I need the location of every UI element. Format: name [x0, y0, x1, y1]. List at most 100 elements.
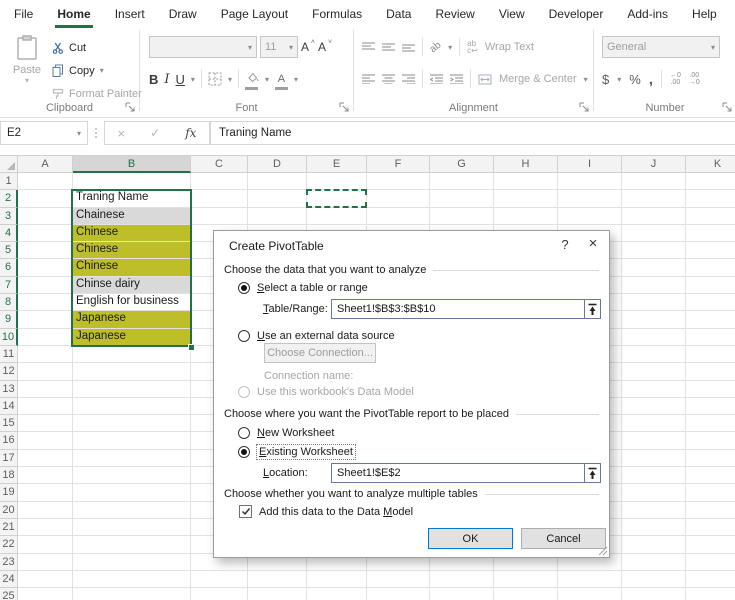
cell-C3[interactable] — [191, 208, 248, 225]
font-name-combo[interactable]: ▾ — [149, 36, 257, 58]
row-header-2[interactable]: 2 — [0, 190, 18, 207]
cell-A24[interactable] — [18, 571, 73, 588]
row-header-14[interactable]: 14 — [0, 398, 18, 415]
cell-B6[interactable]: Chinese — [73, 259, 191, 276]
row-header-17[interactable]: 17 — [0, 450, 18, 467]
radio-existing-worksheet-circle[interactable] — [238, 446, 250, 458]
row-header-7[interactable]: 7 — [0, 277, 18, 294]
cell-A14[interactable] — [18, 398, 73, 415]
cell-J15[interactable] — [622, 415, 686, 432]
cell-A11[interactable] — [18, 346, 73, 363]
cell-A4[interactable] — [18, 225, 73, 242]
cell-B16[interactable] — [73, 432, 191, 449]
cell-K4[interactable] — [686, 225, 735, 242]
row-header-21[interactable]: 21 — [0, 519, 18, 536]
name-box-dropdown-arrow[interactable]: ▾ — [77, 129, 81, 138]
row-header-22[interactable]: 22 — [0, 536, 18, 553]
align-center-icon[interactable] — [382, 74, 395, 84]
fill-color-button[interactable] — [245, 69, 259, 90]
cell-D1[interactable] — [248, 173, 307, 190]
cell-B11[interactable] — [73, 346, 191, 363]
font-size-combo[interactable]: 11▾ — [260, 36, 298, 58]
insert-function-icon[interactable]: fx — [185, 126, 196, 140]
cell-A13[interactable] — [18, 381, 73, 398]
cell-J4[interactable] — [622, 225, 686, 242]
cell-K5[interactable] — [686, 242, 735, 259]
cell-J20[interactable] — [622, 502, 686, 519]
cell-B2[interactable]: Traning Name — [73, 190, 191, 207]
cell-A16[interactable] — [18, 432, 73, 449]
cell-B25[interactable] — [73, 588, 191, 600]
cell-G2[interactable] — [430, 190, 494, 207]
row-header-19[interactable]: 19 — [0, 484, 18, 501]
italic-button[interactable]: I — [164, 72, 169, 87]
cell-A7[interactable] — [18, 277, 73, 294]
cell-J11[interactable] — [622, 346, 686, 363]
cell-A15[interactable] — [18, 415, 73, 432]
cell-B17[interactable] — [73, 450, 191, 467]
align-top-icon[interactable] — [362, 42, 375, 52]
cell-A23[interactable] — [18, 554, 73, 571]
ribbon-tab-home[interactable]: Home — [45, 0, 102, 28]
cell-B19[interactable] — [73, 484, 191, 501]
cell-B7[interactable]: Chinse dairy — [73, 277, 191, 294]
ribbon-tab-data[interactable]: Data — [374, 0, 423, 28]
ribbon-tab-developer[interactable]: Developer — [537, 0, 616, 28]
cell-J5[interactable] — [622, 242, 686, 259]
fill-handle[interactable] — [188, 344, 195, 351]
cell-A8[interactable] — [18, 294, 73, 311]
cell-J24[interactable] — [622, 571, 686, 588]
cell-A3[interactable] — [18, 208, 73, 225]
cell-C24[interactable] — [191, 571, 248, 588]
align-middle-icon[interactable] — [382, 42, 395, 52]
cell-E24[interactable] — [307, 571, 367, 588]
row-header-6[interactable]: 6 — [0, 259, 18, 276]
col-header-B[interactable]: B — [73, 156, 191, 173]
cell-J7[interactable] — [622, 277, 686, 294]
row-header-18[interactable]: 18 — [0, 467, 18, 484]
ribbon-tab-draw[interactable]: Draw — [157, 0, 209, 28]
dialog-resize-grip[interactable] — [596, 544, 608, 556]
col-header-D[interactable]: D — [248, 156, 307, 173]
cell-D25[interactable] — [248, 588, 307, 600]
cell-J12[interactable] — [622, 363, 686, 380]
cell-H25[interactable] — [494, 588, 558, 600]
copy-button[interactable]: Copy ▾ — [52, 59, 142, 82]
cut-button[interactable]: Cut — [52, 36, 142, 59]
cell-J6[interactable] — [622, 259, 686, 276]
radio-new-worksheet-circle[interactable] — [238, 427, 250, 439]
cell-I3[interactable] — [558, 208, 622, 225]
location-collapse-button[interactable] — [584, 463, 601, 483]
col-header-F[interactable]: F — [367, 156, 430, 173]
cell-G1[interactable] — [430, 173, 494, 190]
cell-I2[interactable] — [558, 190, 622, 207]
row-header-5[interactable]: 5 — [0, 242, 18, 259]
cell-D3[interactable] — [248, 208, 307, 225]
select-all-corner[interactable] — [0, 156, 18, 173]
cell-K18[interactable] — [686, 467, 735, 484]
cell-H2[interactable] — [494, 190, 558, 207]
dialog-help-button[interactable]: ? — [554, 231, 576, 259]
cell-K19[interactable] — [686, 484, 735, 501]
cell-K23[interactable] — [686, 554, 735, 571]
cell-C1[interactable] — [191, 173, 248, 190]
cell-K10[interactable] — [686, 329, 735, 346]
ribbon-tab-formulas[interactable]: Formulas — [300, 0, 374, 28]
cell-J18[interactable] — [622, 467, 686, 484]
cell-K14[interactable] — [686, 398, 735, 415]
cell-A17[interactable] — [18, 450, 73, 467]
cell-F3[interactable] — [367, 208, 430, 225]
cell-K7[interactable] — [686, 277, 735, 294]
cell-J19[interactable] — [622, 484, 686, 501]
copy-dropdown-arrow[interactable]: ▾ — [100, 66, 104, 75]
cell-I24[interactable] — [558, 571, 622, 588]
dialog-close-icon[interactable]: × — [580, 231, 606, 259]
cell-B9[interactable]: Japanese — [73, 311, 191, 328]
wrap-text-button[interactable]: Wrap Text — [485, 41, 534, 53]
cell-B24[interactable] — [73, 571, 191, 588]
cell-C2[interactable] — [191, 190, 248, 207]
row-header-3[interactable]: 3 — [0, 208, 18, 225]
col-header-H[interactable]: H — [494, 156, 558, 173]
cell-B1[interactable] — [73, 173, 191, 190]
underline-button[interactable]: U — [176, 72, 185, 87]
